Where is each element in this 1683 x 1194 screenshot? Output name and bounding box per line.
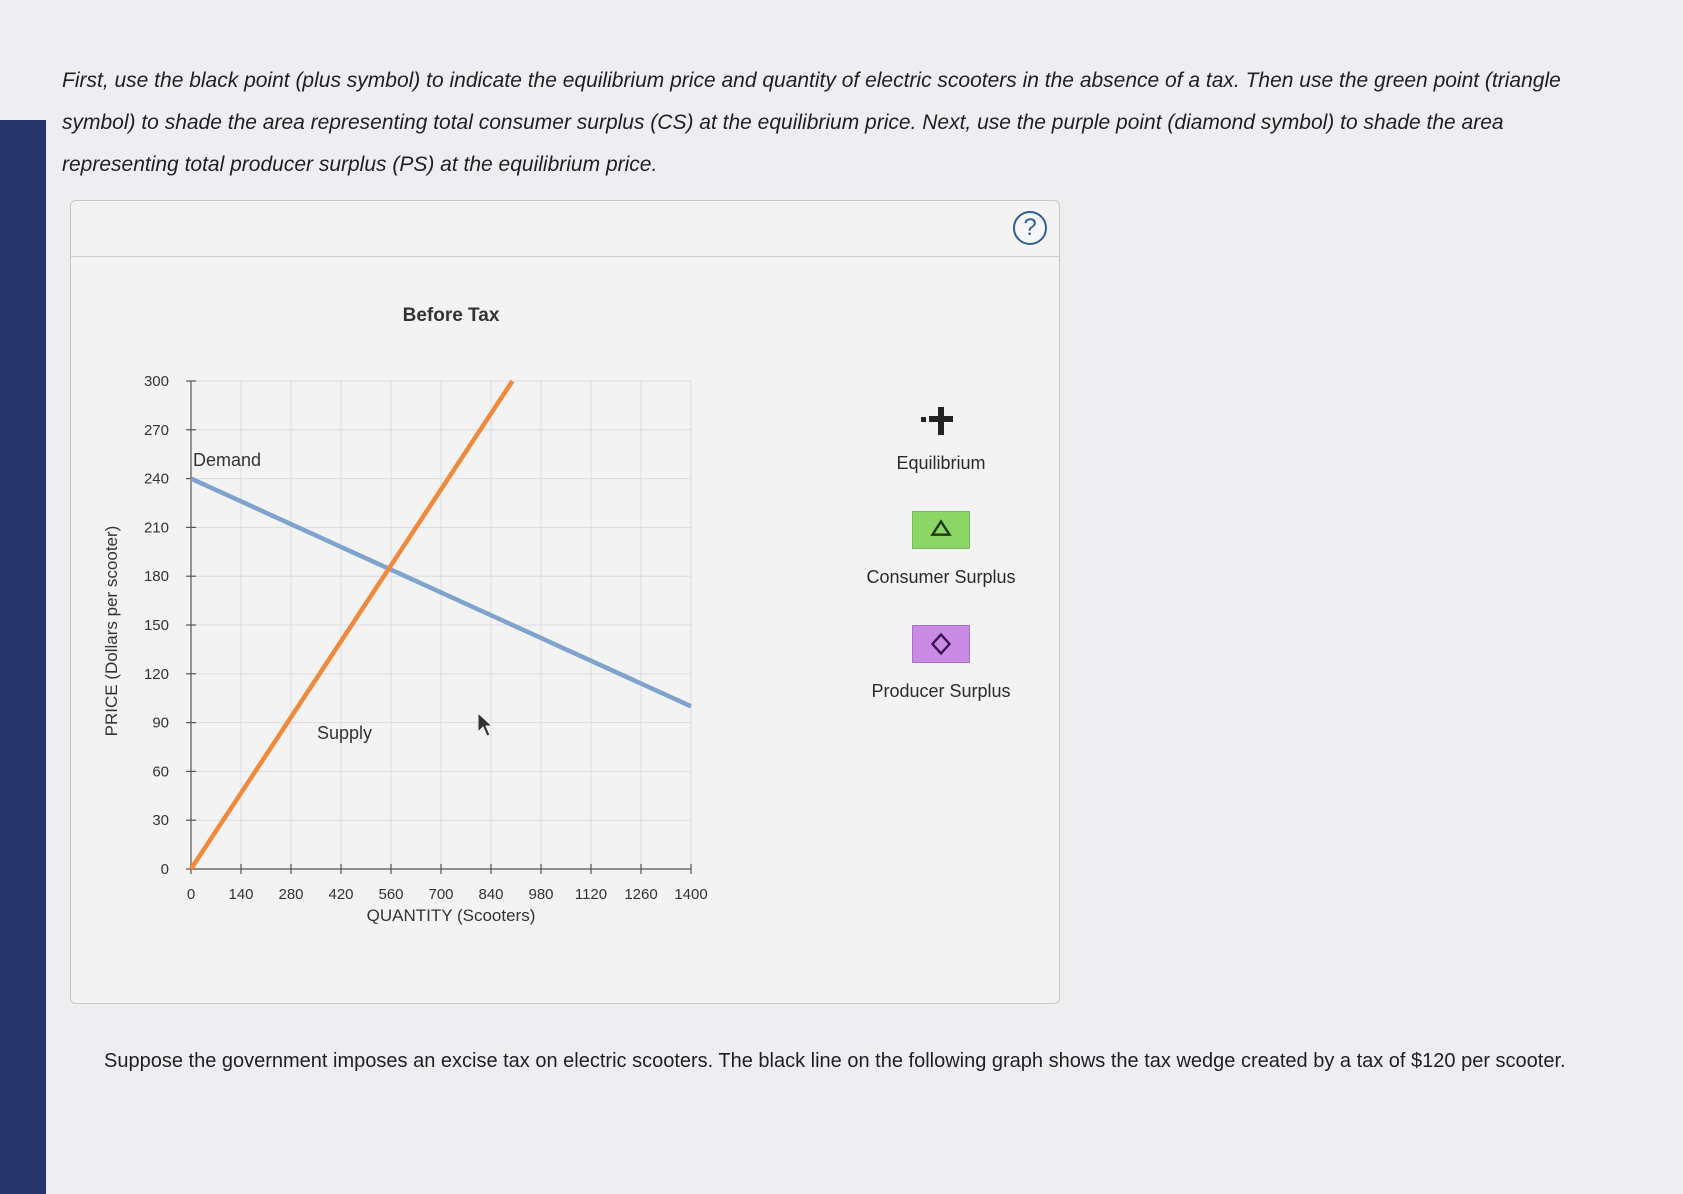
page: First, use the black point (plus symbol)…: [0, 0, 1683, 1194]
x-tick-label: 280: [278, 886, 303, 903]
y-tick-label: 210: [144, 519, 169, 536]
grid-layer: [190, 380, 692, 870]
mouse-cursor-icon: [477, 711, 494, 737]
x-tick-label: 420: [328, 886, 353, 903]
y-tick-label: 240: [144, 471, 169, 488]
y-tick-label: 30: [152, 812, 169, 829]
instructions-text: First, use the black point (plus symbol)…: [62, 69, 1561, 176]
equilibrium-tool[interactable]: Equilibrium: [831, 401, 1051, 474]
x-tick-label: 140: [228, 886, 253, 903]
series-label-demand: Demand: [193, 450, 261, 470]
producer-surplus-label: Producer Surplus: [871, 681, 1011, 701]
diamond-icon[interactable]: [912, 625, 970, 663]
help-button[interactable]: ?: [1013, 211, 1047, 245]
y-tick-label: 120: [144, 666, 169, 683]
y-tick-label: 90: [152, 715, 169, 732]
x-tick-label: 560: [378, 886, 403, 903]
y-tick-label: 60: [152, 763, 169, 780]
x-tick-label: 700: [428, 886, 453, 903]
x-tick-label: 840: [478, 886, 503, 903]
y-axis-label: PRICE (Dollars per scooter): [102, 526, 121, 737]
x-tick-label: 1120: [575, 886, 607, 903]
x-tick-label: 0: [187, 886, 195, 903]
x-tick-label: 1400: [674, 886, 707, 903]
y-tick-label: 300: [144, 373, 169, 390]
plus-icon[interactable]: [917, 401, 965, 441]
y-tick-label: 180: [144, 568, 169, 585]
y-tick-label: 150: [144, 617, 169, 634]
chart-title: Before Tax: [403, 305, 500, 326]
series-label-supply: Supply: [317, 723, 372, 743]
triangle-icon[interactable]: [912, 511, 970, 549]
consumer-surplus-label: Consumer Surplus: [866, 567, 1016, 587]
tax-question-text: Suppose the government imposes an excise…: [104, 1050, 1566, 1072]
consumer-surplus-tool[interactable]: Consumer Surplus: [831, 511, 1051, 588]
y-tick-label: 0: [161, 861, 169, 878]
equilibrium-label: Equilibrium: [896, 453, 986, 473]
y-tick-label: 270: [144, 422, 169, 439]
graph-panel: ? Before Tax 0 30 60 90 120 150 180 210 240 270 30…: [70, 200, 1060, 1004]
x-axis-label: QUANTITY (Scooters): [367, 906, 536, 925]
x-tick-label: 980: [528, 886, 553, 903]
producer-surplus-tool[interactable]: Producer Surplus: [831, 625, 1051, 702]
x-tick-label: 1260: [624, 886, 657, 903]
before-tax-chart[interactable]: Before Tax 0 30 60 90 120 150 180 210 240 270 300 0…: [71, 201, 831, 1005]
